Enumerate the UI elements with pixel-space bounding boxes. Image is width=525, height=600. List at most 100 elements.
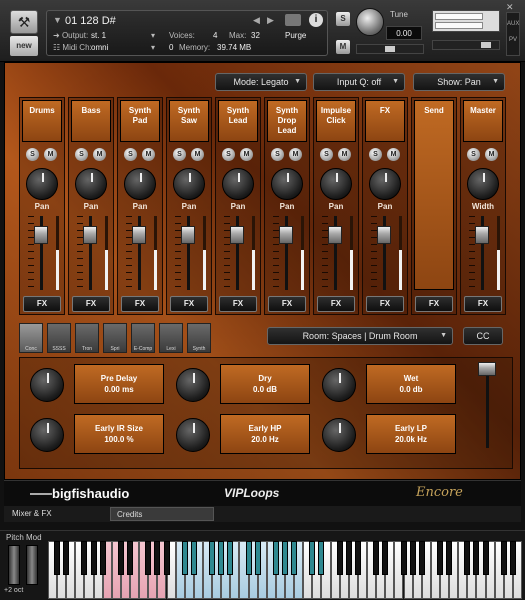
chevron-down-icon[interactable]: ▾ [151, 31, 155, 40]
next-instrument-icon[interactable]: ▶ [267, 15, 274, 26]
channel-name[interactable]: Synth Drop Lead [267, 100, 307, 142]
purge-button[interactable]: Purge [285, 31, 306, 40]
mute-button[interactable]: M [93, 148, 106, 161]
piano-black-key[interactable] [400, 541, 407, 575]
piano-black-key[interactable] [254, 541, 261, 575]
dry-knob[interactable] [176, 368, 210, 402]
piano-black-key[interactable] [181, 541, 188, 575]
fx-button[interactable]: FX [464, 296, 502, 312]
input-quantize-dropdown[interactable]: Input Q: off ▼ [313, 73, 405, 91]
volume-fader[interactable] [279, 226, 293, 244]
pan-knob[interactable] [124, 168, 156, 200]
room-type-button[interactable]: Lexi [159, 323, 183, 353]
volume-fader[interactable] [181, 226, 195, 244]
output-select[interactable]: st. 1 [91, 31, 106, 40]
wrench-icon[interactable]: ⚒ [10, 10, 38, 34]
channel-name[interactable]: Master [463, 100, 503, 142]
pan-knob[interactable] [173, 168, 205, 200]
volume-fader[interactable] [132, 226, 146, 244]
pan-knob[interactable] [369, 168, 401, 200]
channel-name[interactable]: Drums [22, 100, 62, 142]
piano-black-key[interactable] [409, 541, 416, 575]
pitch-wheel[interactable] [8, 545, 20, 585]
piano-black-key[interactable] [436, 541, 443, 575]
piano-black-key[interactable] [318, 541, 325, 575]
mute-button[interactable]: M [191, 148, 204, 161]
piano-black-key[interactable] [354, 541, 361, 575]
piano-black-key[interactable] [54, 541, 61, 575]
channel-name[interactable]: Synth Lead [218, 100, 258, 142]
room-type-button[interactable]: E-Comp [131, 323, 155, 353]
info-icon[interactable]: i [309, 13, 323, 27]
param-wet[interactable]: Wet 0.0 db [366, 364, 456, 404]
pan-slider[interactable] [356, 44, 424, 54]
volume-fader[interactable] [34, 226, 48, 244]
piano-black-key[interactable] [446, 541, 453, 575]
solo-button[interactable]: S [75, 148, 88, 161]
pan-knob[interactable] [222, 168, 254, 200]
param-early-hp[interactable]: Early HP 20.0 Hz [220, 414, 310, 454]
volume-fader[interactable] [475, 226, 489, 244]
piano-black-key[interactable] [373, 541, 380, 575]
early-hp-knob[interactable] [176, 418, 210, 452]
channel-name[interactable]: FX [365, 100, 405, 142]
pan-knob[interactable] [271, 168, 303, 200]
piano-black-key[interactable] [218, 541, 225, 575]
tune-knob[interactable] [356, 8, 384, 36]
width-knob[interactable] [467, 168, 499, 200]
wet-knob[interactable] [322, 368, 356, 402]
channel-name[interactable]: Synth Saw [169, 100, 209, 142]
mute-button[interactable]: M [387, 148, 400, 161]
piano-black-key[interactable] [145, 541, 152, 575]
piano-black-key[interactable] [63, 541, 70, 575]
solo-button[interactable]: S [467, 148, 480, 161]
volume-fader[interactable] [83, 226, 97, 244]
fx-button[interactable]: FX [23, 296, 61, 312]
chevron-down-icon[interactable]: ▼ [53, 15, 62, 25]
piano-black-key[interactable] [117, 541, 124, 575]
mute-button[interactable]: M [485, 148, 498, 161]
mute-button[interactable]: M [44, 148, 57, 161]
solo-button[interactable]: S [26, 148, 39, 161]
solo-button[interactable]: S [124, 148, 137, 161]
channel-name[interactable]: Synth Pad [120, 100, 160, 142]
mode-dropdown[interactable]: Mode: Legato ▼ [215, 73, 307, 91]
piano-black-key[interactable] [154, 541, 161, 575]
room-type-button[interactable]: Synth [187, 323, 211, 353]
mute-button[interactable]: M [338, 148, 351, 161]
piano-black-key[interactable] [209, 541, 216, 575]
param-early-ir-size[interactable]: Early IR Size 100.0 % [74, 414, 164, 454]
fx-button[interactable]: FX [170, 296, 208, 312]
piano-black-key[interactable] [309, 541, 316, 575]
piano-black-key[interactable] [509, 541, 516, 575]
chevron-down-icon[interactable]: ▾ [151, 43, 155, 52]
fx-button[interactable]: FX [317, 296, 355, 312]
solo-button[interactable]: S [369, 148, 382, 161]
param-dry[interactable]: Dry 0.0 dB [220, 364, 310, 404]
pan-knob[interactable] [75, 168, 107, 200]
piano-black-key[interactable] [345, 541, 352, 575]
instrument-name[interactable]: 01 128 D# [65, 15, 116, 27]
piano-black-key[interactable] [245, 541, 252, 575]
pan-knob[interactable] [320, 168, 352, 200]
solo-button[interactable]: S [271, 148, 284, 161]
send-name[interactable]: Send [414, 100, 454, 290]
mute-button[interactable]: M [142, 148, 155, 161]
cc-button[interactable]: CC [463, 327, 503, 345]
piano-black-key[interactable] [482, 541, 489, 575]
piano-black-key[interactable] [99, 541, 106, 575]
channel-name[interactable]: Bass [71, 100, 111, 142]
volume-slider[interactable] [432, 40, 500, 50]
fx-button[interactable]: FX [219, 296, 257, 312]
channel-name[interactable]: Impulse Click [316, 100, 356, 142]
solo-button[interactable]: S [336, 12, 350, 26]
mute-button[interactable]: M [240, 148, 253, 161]
mute-button[interactable]: M [289, 148, 302, 161]
room-type-button[interactable]: SSSS [47, 323, 71, 353]
fx-button[interactable]: FX [366, 296, 404, 312]
volume-fader[interactable] [328, 226, 342, 244]
tune-value[interactable]: 0.00 [386, 26, 422, 40]
piano-black-key[interactable] [464, 541, 471, 575]
tab-credits[interactable]: Credits [110, 507, 214, 521]
piano-black-key[interactable] [272, 541, 279, 575]
